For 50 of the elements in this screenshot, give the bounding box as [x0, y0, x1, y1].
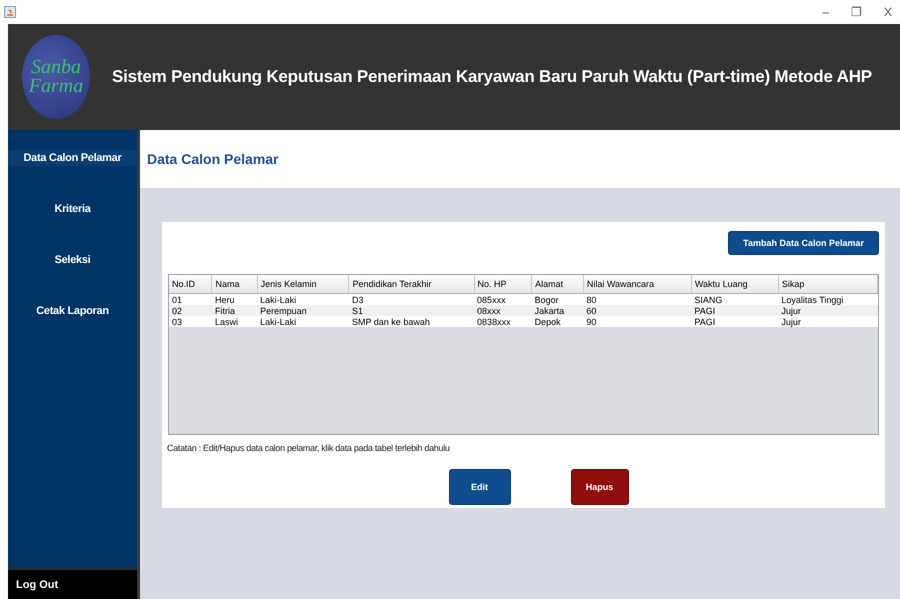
close-button[interactable]: X	[884, 5, 892, 19]
table-cell: Loyalitas Tinggi	[778, 294, 878, 305]
column-header[interactable]: Pendidikan Terakhir	[348, 275, 474, 294]
column-header[interactable]: No.ID	[169, 275, 212, 294]
column-header[interactable]: Waktu Luang	[691, 275, 778, 294]
logout-button[interactable]: Log Out	[8, 567, 137, 599]
nav-item[interactable]: Cetak Laporan	[8, 303, 137, 319]
table-cell: 60	[583, 305, 692, 316]
minimize-button[interactable]: –	[822, 5, 829, 19]
note-text: Catatan : Edit/Hapus data calon pelamar, klik data pada tabel terlebih dahulu	[167, 443, 451, 453]
table-cell: 085xxx	[474, 294, 532, 305]
edit-button[interactable]: Edit	[448, 469, 510, 505]
table-cell: S1	[348, 305, 474, 316]
table-cell: SIANG	[691, 294, 778, 305]
table-cell: Depok	[532, 316, 584, 327]
table-cell: 08xxx	[474, 305, 532, 316]
table-cell: Jujur	[778, 316, 878, 327]
column-header[interactable]: Alamat	[532, 275, 584, 294]
nav-item[interactable]: Seleksi	[8, 252, 137, 268]
table-cell: 90	[583, 316, 692, 327]
add-button[interactable]: Tambah Data Calon Pelamar	[728, 231, 879, 255]
table-cell: Perempuan	[257, 305, 349, 316]
column-header[interactable]: Sikap	[778, 275, 878, 294]
column-header[interactable]: Nilai Wawancara	[583, 275, 692, 294]
table-cell: 03	[169, 316, 212, 327]
table-cell: D3	[348, 294, 474, 305]
table-cell: Laki-Laki	[257, 316, 349, 327]
table-cell: SMP dan ke bawah	[348, 316, 474, 327]
column-header[interactable]: Jenis Kelamin	[257, 275, 349, 294]
logo: Sanba Farma	[22, 35, 90, 119]
table-cell: PAGI	[691, 316, 778, 327]
nav-item[interactable]: Kriteria	[8, 201, 137, 217]
table-cell: 80	[583, 294, 692, 305]
app-icon	[4, 6, 16, 18]
table-cell: Jakarta	[532, 305, 584, 316]
column-header[interactable]: No. HP	[474, 275, 532, 294]
restore-button[interactable]: ❐	[850, 5, 862, 19]
app-title: Sistem Pendukung Keputusan Penerimaan Karyawan Baru Paruh Waktu (Part-time) Metode AHP	[112, 67, 872, 87]
page-title: Data Calon Pelamar	[147, 151, 278, 167]
table-cell: Laki-Laki	[257, 294, 349, 305]
column-header[interactable]: Nama	[212, 275, 258, 294]
table-cell: PAGI	[691, 305, 778, 316]
table-cell: Fitria	[212, 305, 258, 316]
table-cell: 0838xxx	[474, 316, 532, 327]
nav-item[interactable]: Data Calon Pelamar	[8, 150, 137, 166]
table-cell: Laswi	[212, 316, 258, 327]
table-cell: 02	[169, 305, 212, 316]
table-cell: 01	[169, 294, 212, 305]
delete-button[interactable]: Hapus	[570, 469, 628, 505]
table-cell: Jujur	[778, 305, 878, 316]
